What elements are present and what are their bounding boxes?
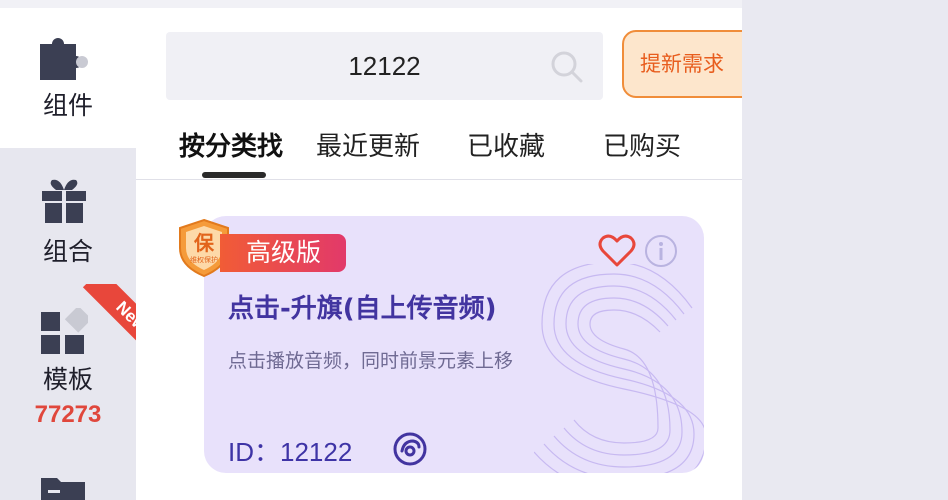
sidebar-item-label: 组件 xyxy=(42,91,93,120)
heart-icon[interactable] xyxy=(598,234,636,268)
gift-icon xyxy=(42,179,86,223)
card-title: 点击-升旗(自上传音频) xyxy=(228,294,497,324)
search-input[interactable]: 12122 xyxy=(166,32,603,100)
card-description: 点击播放音频，同时前景元素上移 xyxy=(228,350,514,372)
shield-text: 维权保护 xyxy=(190,255,218,264)
tab-bar: 按分类找 最近更新 已收藏 已购买 xyxy=(136,120,742,180)
tab-by-category[interactable]: 按分类找 xyxy=(179,126,283,163)
premium-badge: 高级版 xyxy=(220,234,346,272)
main-panel: 12122 提新需求 按分类找 最近更新 已收藏 已购买 保 维权保护 高级版 … xyxy=(136,8,742,500)
sidebar-item-combos[interactable]: 组合 xyxy=(0,148,136,288)
search-icon[interactable] xyxy=(550,50,584,84)
folder-icon xyxy=(41,478,85,500)
new-badge: New xyxy=(82,284,136,364)
grid-icon xyxy=(41,308,88,354)
sidebar: 组件 组合 模板 77273 New xyxy=(0,8,136,500)
active-tab-indicator xyxy=(202,172,266,178)
puzzle-icon xyxy=(40,38,88,80)
sidebar-item-folder[interactable] xyxy=(0,458,136,500)
tab-purchased[interactable]: 已购买 xyxy=(603,126,681,163)
audio-icon[interactable] xyxy=(391,430,429,468)
card-id: ID：12122 xyxy=(228,437,353,467)
sidebar-item-label: 模板 xyxy=(42,365,93,394)
new-request-button[interactable]: 提新需求 xyxy=(622,30,742,98)
watermark-s-icon xyxy=(534,264,704,473)
tab-favorites[interactable]: 已收藏 xyxy=(467,126,545,163)
top-strip xyxy=(0,0,742,8)
template-count: 77273 xyxy=(34,401,102,428)
info-icon[interactable] xyxy=(644,234,678,268)
new-ribbon: New xyxy=(82,284,136,364)
sidebar-item-label: 组合 xyxy=(42,237,93,266)
tab-recently-updated[interactable]: 最近更新 xyxy=(316,126,420,163)
sidebar-item-components[interactable]: 组件 xyxy=(0,8,136,148)
shield-char: 保 xyxy=(193,231,215,255)
search-value: 12122 xyxy=(348,51,421,81)
